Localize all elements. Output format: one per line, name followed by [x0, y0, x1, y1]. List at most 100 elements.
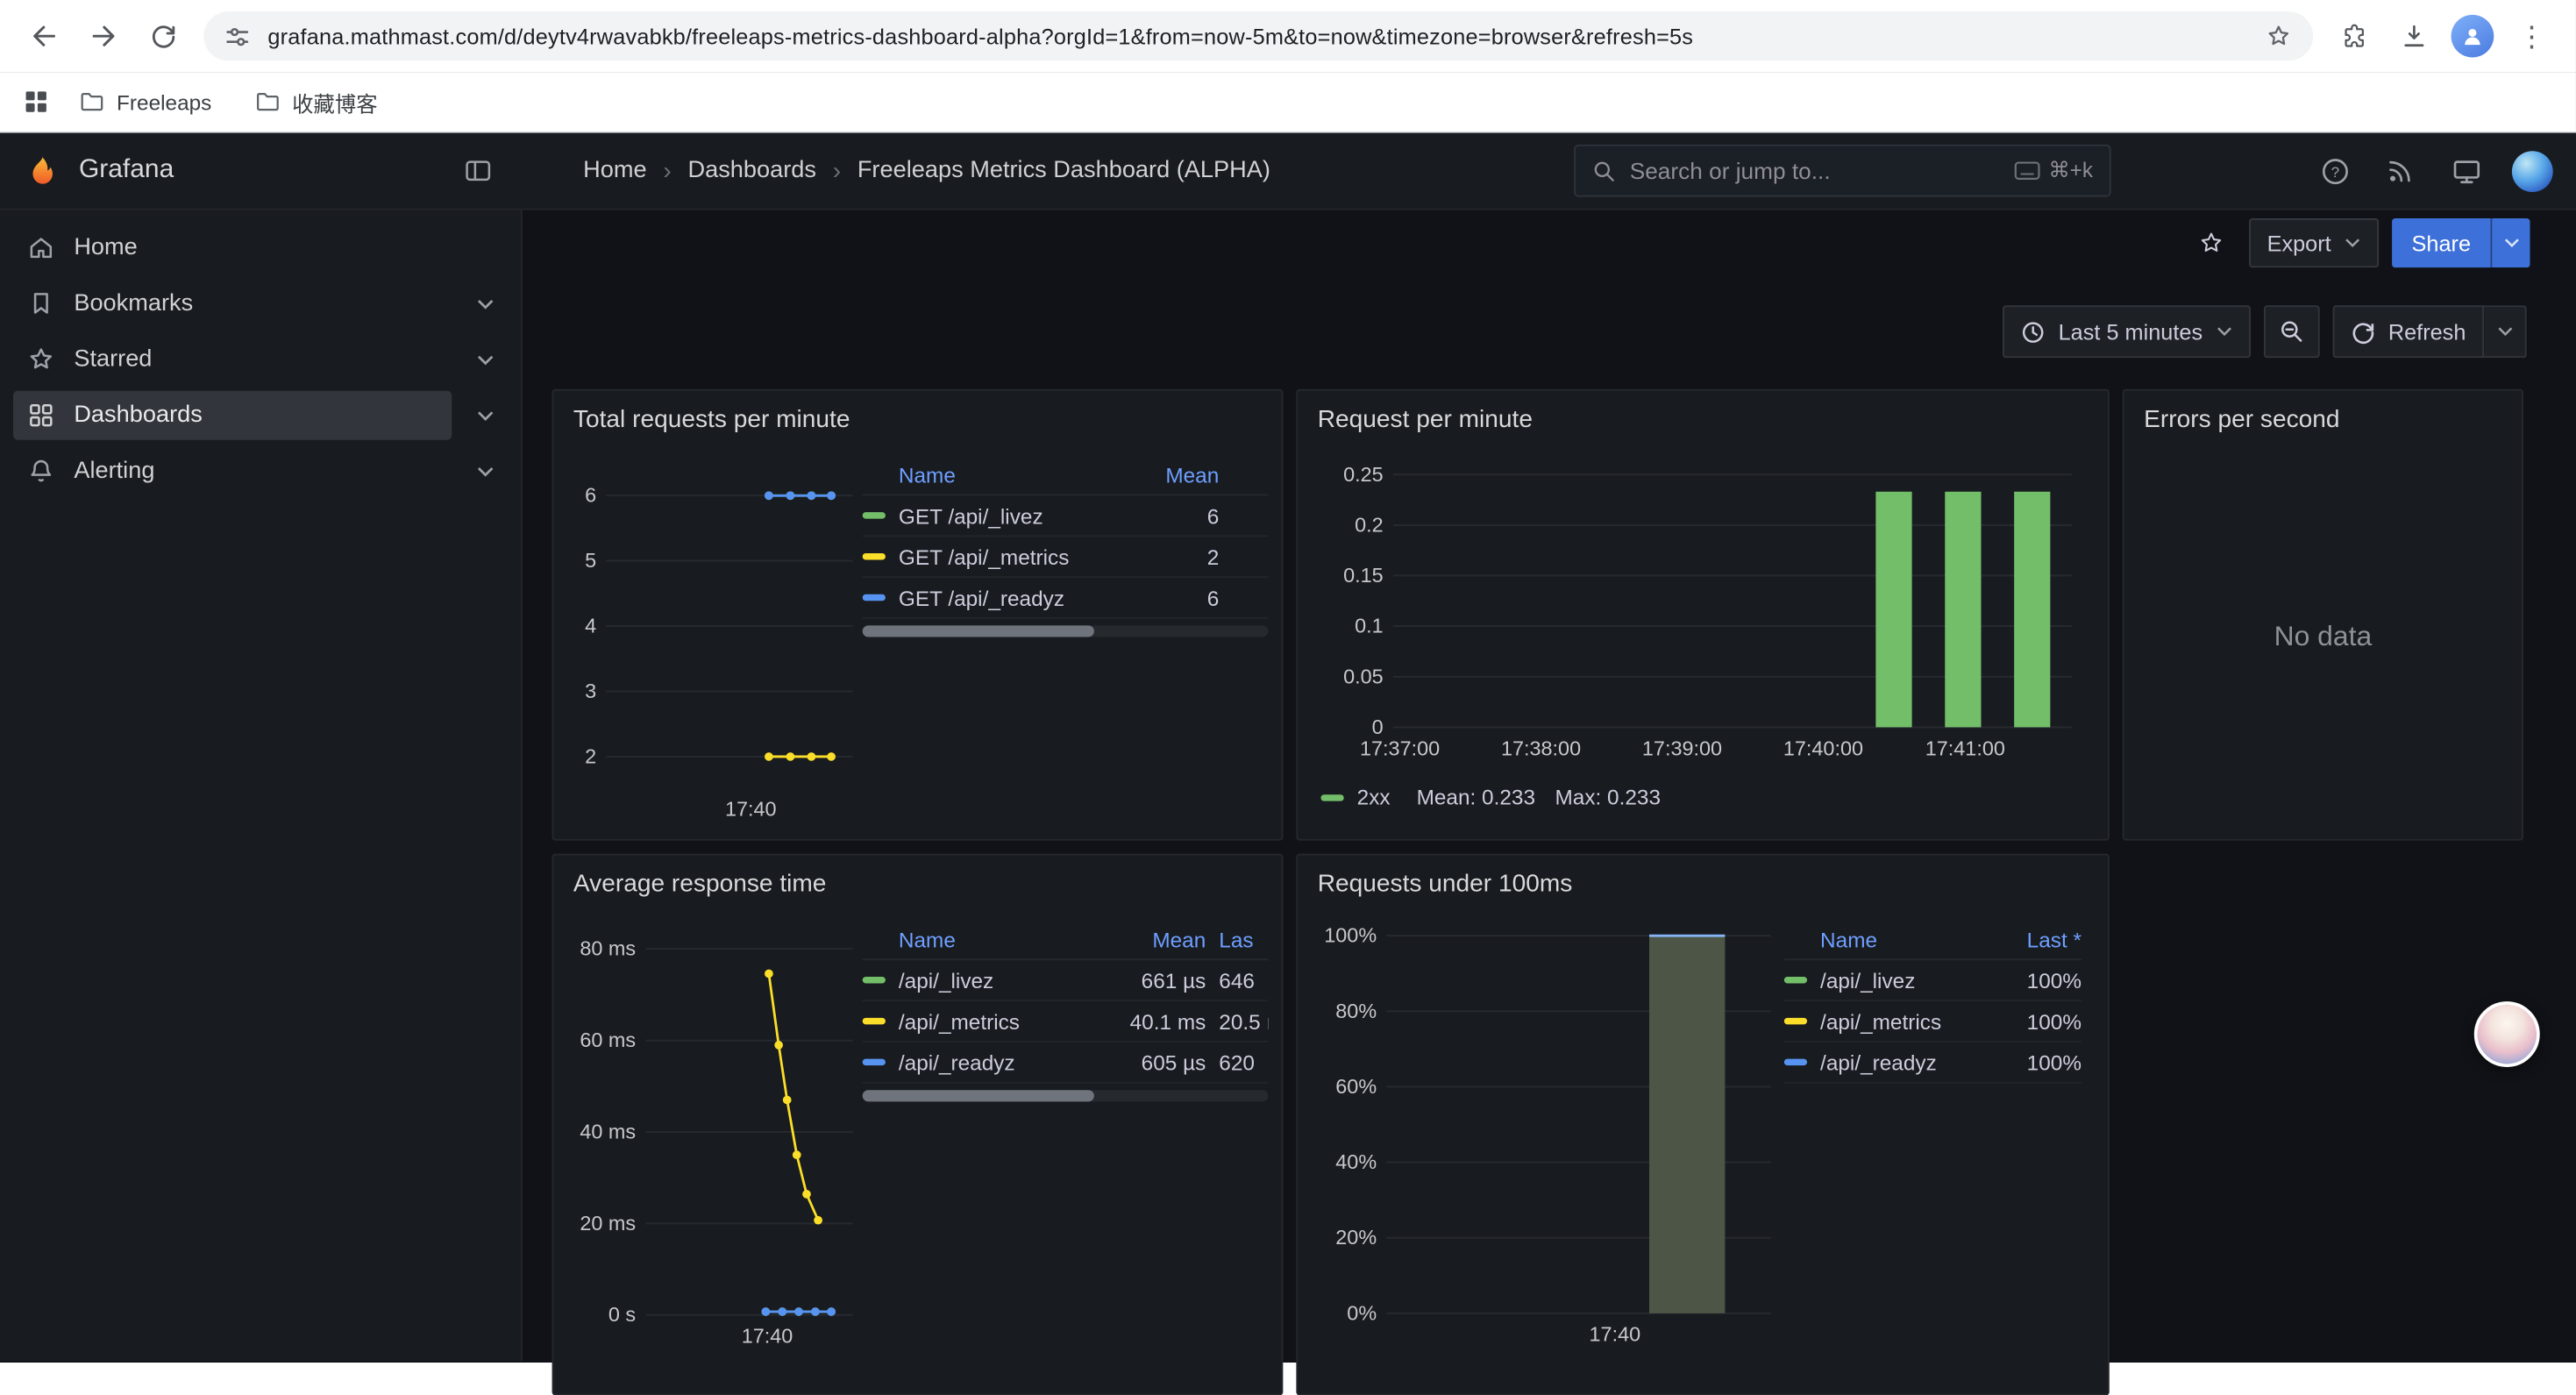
breadcrumb-dashboards[interactable]: Dashboards [687, 158, 815, 184]
user-avatar[interactable] [2507, 146, 2556, 196]
dashboard-canvas: Export Share Last 5 minutes [523, 210, 2576, 1361]
series-name[interactable]: GET /api/_metrics [899, 544, 1127, 569]
line-chart[interactable]: 6543217:40 [566, 440, 862, 821]
legend-col-mean[interactable]: Mean [1127, 463, 1219, 488]
url-bar[interactable]: grafana.mathmast.com/d/deytv4rwavabkb/fr… [203, 11, 2313, 60]
downloads-icon[interactable] [2386, 8, 2442, 64]
svg-text:17:40:00: 17:40:00 [1783, 737, 1863, 759]
legend-col-name[interactable]: Name [1784, 928, 1989, 952]
series-swatch [1784, 1018, 1807, 1024]
legend-col-mean[interactable]: Mean [1111, 928, 1206, 952]
svg-text:17:40: 17:40 [742, 1325, 793, 1348]
bookmark-folder-blog[interactable]: 收藏博客 [241, 82, 391, 123]
series-name[interactable]: /api/_livez [899, 968, 1111, 993]
export-button[interactable]: Export [2249, 218, 2379, 267]
panel-title[interactable]: Average response time [553, 855, 1281, 904]
svg-text:0.25: 0.25 [1343, 463, 1384, 486]
home-icon [26, 233, 56, 263]
legend-col-name[interactable]: Name [863, 928, 1111, 952]
bookmark-star-icon[interactable] [2264, 21, 2294, 51]
extensions-icon[interactable] [2326, 8, 2382, 64]
legend-col-last[interactable]: Last * [1989, 928, 2081, 952]
sidebar-item-home[interactable]: Home [0, 220, 521, 276]
svg-text:60%: 60% [1335, 1075, 1377, 1098]
series-name[interactable]: /api/_readyz [1820, 1050, 1989, 1074]
line-chart[interactable]: 80 ms60 ms40 ms20 ms0 s17:40 [566, 905, 862, 1364]
series-name[interactable]: GET /api/_livez [899, 503, 1127, 528]
search-shortcut: ⌘+k [2014, 158, 2093, 184]
bell-icon [26, 456, 56, 486]
series-mean: 2 [1127, 544, 1219, 569]
bar-chart[interactable]: 0.250.20.150.10.05017:37:0017:38:0017:39… [1311, 440, 2095, 777]
legend-scrollbar[interactable] [863, 1090, 1269, 1101]
series-swatch [863, 553, 886, 559]
breadcrumb-home[interactable]: Home [583, 158, 646, 184]
forward-button[interactable] [75, 8, 132, 64]
sidebar-item-dashboards[interactable]: Dashboards [0, 388, 521, 444]
series-name[interactable]: GET /api/_readyz [899, 585, 1127, 609]
help-icon[interactable]: ? [2309, 146, 2359, 196]
news-rss-icon[interactable] [2375, 146, 2424, 196]
scrollbar-thumb[interactable] [863, 625, 1094, 637]
legend-table: Name Last * /api/_livez 100% /api/_metri… [1784, 905, 2095, 1373]
breadcrumb-separator: › [663, 157, 671, 185]
panel-title[interactable]: Errors per second [2124, 391, 2522, 440]
reload-button[interactable] [135, 8, 191, 64]
chevron-down-icon[interactable] [465, 353, 504, 365]
profile-avatar[interactable] [2444, 8, 2501, 64]
scrollbar-thumb[interactable] [863, 1090, 1094, 1101]
site-info-icon[interactable] [224, 22, 252, 50]
legend-scrollbar[interactable] [863, 625, 1269, 637]
brand-title: Grafana [79, 156, 174, 186]
time-controls: Last 5 minutes Refresh [2003, 305, 2527, 358]
grafana-logo-icon[interactable] [23, 151, 62, 190]
search-input[interactable]: Search or jump to... ⌘+k [1574, 145, 2111, 197]
chevron-down-icon[interactable] [465, 298, 504, 310]
chrome-menu-icon[interactable]: ⋮ [2504, 8, 2560, 64]
series-swatch [863, 512, 886, 518]
svg-text:6: 6 [585, 484, 596, 507]
svg-text:0: 0 [1372, 715, 1384, 738]
sidebar-item-starred[interactable]: Starred [0, 331, 521, 388]
series-last: 20.5 r [1206, 1009, 1268, 1034]
apps-grid-icon[interactable] [23, 89, 49, 115]
reload-icon [147, 20, 179, 52]
bookmark-folder-freeleaps[interactable]: Freeleaps [66, 83, 224, 119]
series-name[interactable]: /api/_metrics [899, 1009, 1111, 1034]
bar-chart[interactable]: 100%80%60%40%20%0%17:40 [1311, 905, 1784, 1373]
legend-col-name[interactable]: Name [863, 463, 1128, 488]
folder-icon [79, 89, 105, 115]
share-dropdown-icon[interactable] [2491, 218, 2530, 267]
back-button[interactable] [17, 8, 73, 64]
series-mean: 40.1 ms [1111, 1009, 1206, 1034]
series-name[interactable]: /api/_readyz [899, 1050, 1111, 1074]
chevron-down-icon[interactable] [465, 466, 504, 477]
favorite-star-button[interactable] [2187, 225, 2236, 261]
legend-col-last[interactable]: Las [1206, 928, 1268, 952]
monitor-icon[interactable] [2441, 146, 2490, 196]
grafana-header: Grafana Home › Dashboards › Freeleaps Me… [0, 133, 2576, 210]
refresh-interval-dropdown[interactable] [2484, 305, 2527, 358]
series-mean: Mean: 0.233 [1417, 785, 1535, 809]
no-data-message: No data [2274, 621, 2373, 653]
panel-title[interactable]: Total requests per minute [553, 391, 1281, 440]
keyboard-icon [2014, 160, 2040, 180]
zoom-out-button[interactable] [2263, 305, 2319, 358]
panel-title[interactable]: Requests under 100ms [1298, 855, 2108, 904]
series-name[interactable]: /api/_livez [1820, 968, 1989, 993]
dock-menu-icon[interactable] [457, 149, 500, 192]
series-name[interactable]: 2xx [1357, 785, 1391, 809]
browser-toolbar: grafana.mathmast.com/d/deytv4rwavabkb/fr… [0, 0, 2576, 72]
refresh-button[interactable]: Refresh [2332, 305, 2484, 358]
panel-title[interactable]: Request per minute [1298, 391, 2108, 440]
sidebar-item-bookmarks[interactable]: Bookmarks [0, 276, 521, 332]
legend-row: /api/_readyz 605 µs 620 [863, 1043, 1269, 1084]
series-name[interactable]: /api/_metrics [1820, 1009, 1989, 1034]
assistant-avatar-button[interactable] [2474, 1001, 2540, 1067]
svg-text:17:40: 17:40 [1590, 1323, 1641, 1346]
share-button[interactable]: Share [2392, 218, 2490, 267]
svg-text:17:40: 17:40 [725, 798, 777, 821]
chevron-down-icon[interactable] [465, 409, 504, 421]
time-range-picker[interactable]: Last 5 minutes [2003, 305, 2251, 358]
sidebar-item-alerting[interactable]: Alerting [0, 444, 521, 500]
